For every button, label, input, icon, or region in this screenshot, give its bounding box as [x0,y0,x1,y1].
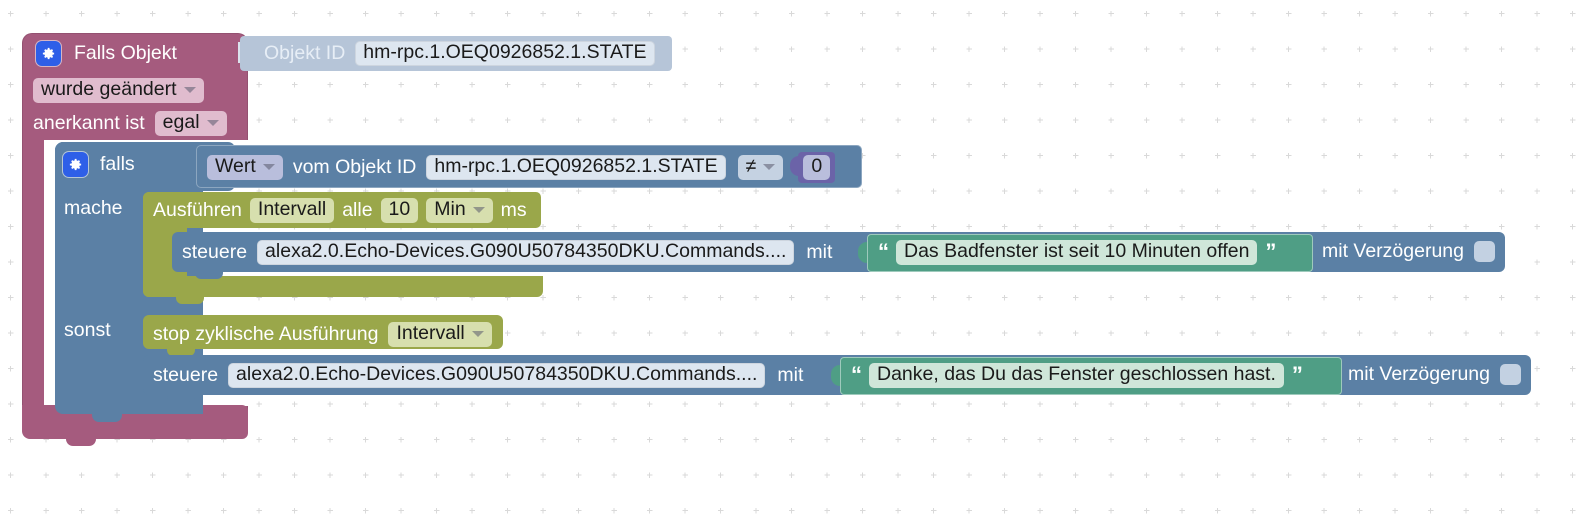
interval-run-label: Ausführen [153,198,242,221]
objekt-id-label: Objekt ID [264,41,346,64]
text-input-do[interactable]: Das Badfenster ist seit 10 Minuten offen [896,240,1258,265]
steuere-label-else: steuere [153,363,219,386]
interval-bottom-notch [176,296,204,304]
text-block-do-row: “ Das Badfenster ist seit 10 Minuten off… [878,239,1276,265]
if-else-bottom-notch [92,413,122,422]
control-state-do-bottom-notch [195,271,223,279]
steuere-object-id-input[interactable]: alexa2.0.Echo-Devices.G090U50784350DKU.C… [257,240,795,265]
text-block-else-row: “ Danke, das Du das Fenster geschlossen … [851,362,1303,388]
delay-label-do: mit Verzögerung [1322,239,1464,262]
chevron-down-icon [472,206,485,213]
interval-amount-input[interactable]: 10 [380,198,419,223]
number-plug-tab [790,156,801,176]
chevron-down-icon [262,163,275,170]
delay-checkbox-else[interactable] [1500,364,1521,385]
quote-open-icon: “ [878,239,889,265]
trigger-title-label: Falls Objekt [74,41,177,64]
quote-close-icon: ” [1291,362,1303,388]
steuere-label: steuere [182,240,248,263]
quote-open-icon: “ [851,362,862,388]
trigger-block-bottom-notch [66,437,96,446]
blockly-workspace-canvas[interactable]: Falls Objekt Objekt ID hm-rpc.1.OEQ09268… [0,0,1592,518]
from-object-label: vom Objekt ID [292,155,417,178]
steuere-with-label-else: mit [777,363,804,386]
stop-interval-name-dropdown[interactable]: Intervall [388,322,492,347]
number-block[interactable]: 0 [798,152,836,183]
delay-checkbox-do[interactable] [1474,241,1495,262]
objekt-id-input[interactable]: hm-rpc.1.OEQ0926852.1.STATE [355,41,655,66]
do-branch-label: mache [64,197,123,219]
chevron-down-icon [183,86,196,93]
comparison-row: Wert vom Objekt ID hm-rpc.1.OEQ0926852.1… [207,152,836,183]
if-gear-wrap [63,152,88,177]
delay-label-else: mit Verzögerung [1348,362,1490,385]
value-type-value: Wert [215,155,256,177]
number-input[interactable]: 0 [803,155,831,180]
chevron-down-icon [206,119,219,126]
chevron-down-icon [763,163,776,170]
gear-icon[interactable] [63,152,88,177]
interval-suffix-label: ms [500,198,527,221]
ack-value: egal [162,111,200,133]
interval-row: Ausführen Intervall alle 10 Min ms [153,198,527,223]
stop-interval-label: stop zyklische Ausführung [153,322,379,345]
steuere-with-label: mit [806,240,833,263]
text-input-else[interactable]: Danke, das Du das Fenster geschlossen ha… [869,363,1284,388]
interval-every-label: alle [342,198,373,221]
delay-option-do: mit Verzögerung [1322,241,1495,262]
interval-unit-value: Min [434,198,466,220]
ack-dropdown[interactable]: egal [154,111,227,136]
if-label: falls [100,153,135,175]
change-type-dropdown[interactable]: wurde geändert [33,78,204,103]
else-branch-label: sonst [64,319,111,341]
trigger-change-type-row: wurde geändert [33,78,204,103]
stop-interval-row: stop zyklische Ausführung Intervall [153,322,492,347]
interval-name-input[interactable]: Intervall [249,198,335,223]
stop-interval-name-value: Intervall [396,322,465,344]
control-state-else-bottom-notch [167,394,195,402]
quote-close-icon: ” [1265,239,1276,265]
change-type-value: wurde geändert [41,78,177,100]
trigger-title-row: Falls Objekt [36,41,177,66]
ack-label: anerkannt ist [33,111,145,134]
objekt-id-value-block[interactable]: Objekt ID hm-rpc.1.OEQ0926852.1.STATE [240,36,672,71]
interval-block-footer [143,276,543,297]
steuere-object-id-input-else[interactable]: alexa2.0.Echo-Devices.G090U50784350DKU.C… [228,363,766,388]
delay-option-else: mit Verzögerung [1348,364,1521,385]
condition-object-id-input[interactable]: hm-rpc.1.OEQ0926852.1.STATE [426,155,726,180]
comparison-operator-dropdown[interactable]: ≠ [737,155,784,180]
interval-unit-dropdown[interactable]: Min [426,198,493,223]
trigger-ack-row: anerkannt ist egal [33,111,227,136]
control-state-else-row: steuere alexa2.0.Echo-Devices.G090U50784… [153,363,803,388]
gear-icon[interactable] [36,41,61,66]
comparison-operator-value: ≠ [745,155,757,177]
value-type-dropdown[interactable]: Wert [207,155,283,180]
control-state-do-row: steuere alexa2.0.Echo-Devices.G090U50784… [182,240,832,265]
chevron-down-icon [471,330,484,337]
